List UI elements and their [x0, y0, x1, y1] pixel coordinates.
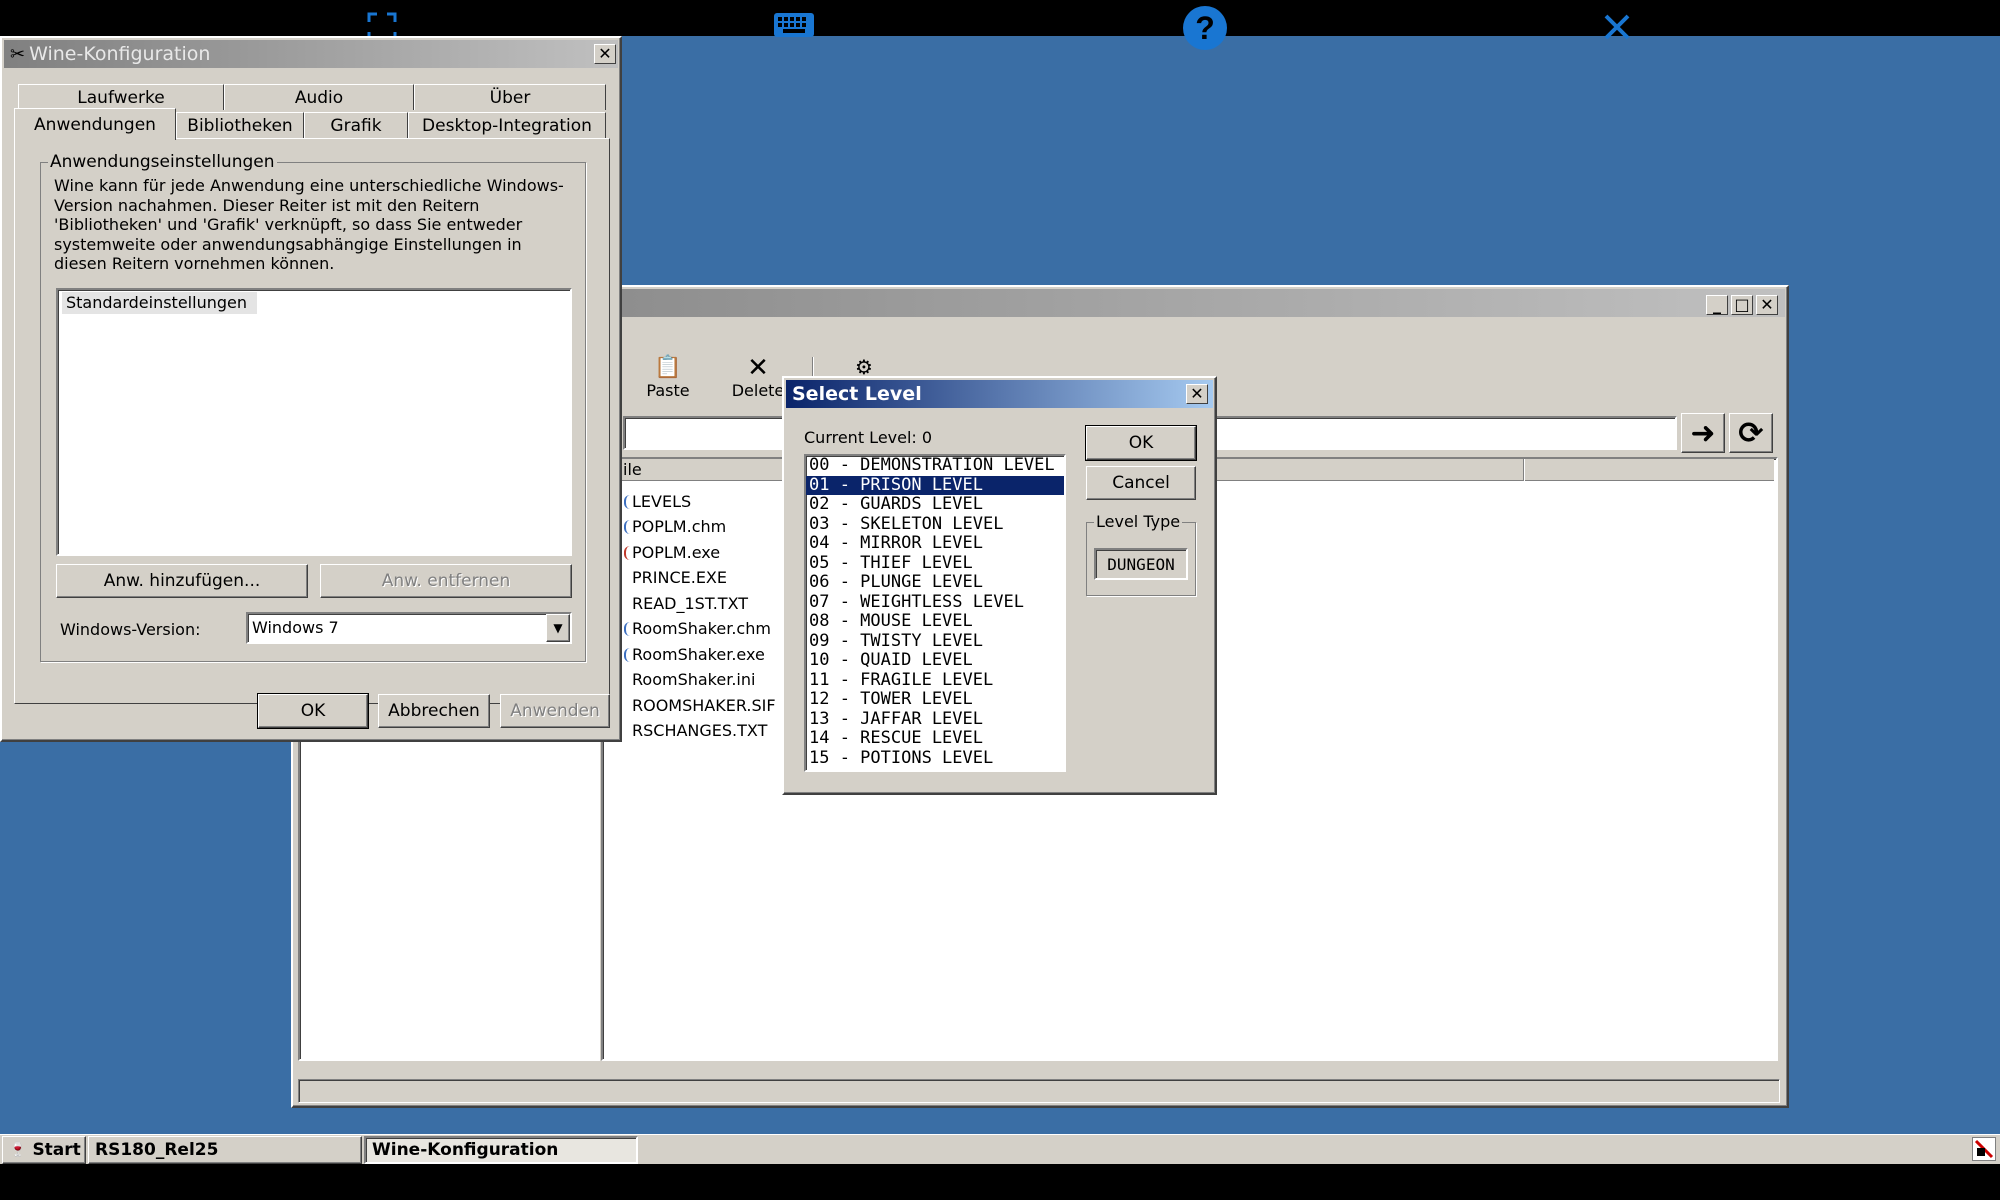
go-button[interactable]: ➜	[1681, 413, 1725, 453]
arrow-right-icon: ➜	[1690, 415, 1716, 451]
tab-bibliotheken[interactable]: Bibliotheken	[176, 112, 304, 138]
list-item[interactable]: 05 - THIEF LEVEL	[806, 553, 1064, 574]
level-list[interactable]: 00 - DEMONSTRATION LEVEL 01 - PRISON LEVE…	[804, 454, 1066, 772]
delete-icon: ✕	[747, 353, 769, 383]
column-divider	[1523, 459, 1525, 481]
list-item[interactable]: 09 - TWISTY LEVEL	[806, 631, 1064, 652]
keyboard-icon[interactable]	[773, 12, 815, 40]
list-item[interactable]: 10 - QUAID LEVEL	[806, 650, 1064, 671]
list-item[interactable]: 14 - RESCUE LEVEL	[806, 728, 1064, 749]
close-icon[interactable]	[1602, 12, 1632, 42]
add-app-button[interactable]: Anw. hinzufügen...	[56, 564, 308, 598]
list-item[interactable]: POPLM.chm	[632, 517, 726, 536]
list-item[interactable]: 15 - POTIONS LEVEL	[806, 748, 1064, 769]
dropdown-button[interactable]: ▼	[546, 614, 570, 642]
description-text: Wine kann für jede Anwendung eine unters…	[54, 176, 564, 273]
refresh-button[interactable]: ⟳	[1729, 413, 1773, 453]
top-toolbar: ?	[0, 0, 2000, 50]
current-level-label: Current Level: 0	[804, 428, 933, 447]
list-item[interactable]: RSCHANGES.TXT	[632, 721, 767, 740]
list-item[interactable]: RoomShaker.ini	[632, 670, 755, 689]
start-label: Start	[32, 1140, 81, 1160]
taskbar: 🍷 Start RS180_Rel25 Wine-Konfiguration	[0, 1134, 2000, 1164]
minimize-button[interactable]: _	[1706, 295, 1728, 315]
file-icon	[624, 648, 630, 662]
tray-icon[interactable]	[1972, 1137, 1996, 1161]
status-bar	[298, 1079, 1780, 1103]
level-rows: 00 - DEMONSTRATION LEVEL 01 - PRISON LEVE…	[806, 455, 1064, 769]
delete-button[interactable]: ✕ Delete	[728, 355, 788, 411]
help-icon[interactable]: ?	[1183, 6, 1227, 50]
wine-glass-icon: 🍷	[9, 1142, 27, 1158]
list-item[interactable]: ROOMSHAKER.SIF	[632, 696, 776, 715]
list-item[interactable]: Standardeinstellungen	[62, 292, 257, 314]
list-item[interactable]: PRINCE.EXE	[632, 568, 727, 587]
paste-icon: 📋	[654, 355, 682, 380]
paste-label: Paste	[646, 381, 690, 400]
select-level-title: Select Level	[792, 383, 922, 405]
window-close-button[interactable]: ✕	[1756, 295, 1778, 315]
apply-button[interactable]: Anwenden	[500, 694, 610, 728]
windows-version-label: Windows-Version:	[60, 620, 201, 639]
chevron-down-icon: ▼	[553, 621, 563, 635]
file-icon	[624, 546, 630, 560]
tools-icon: ✂	[10, 43, 26, 65]
list-item[interactable]: 13 - JAFFAR LEVEL	[806, 709, 1064, 730]
list-item[interactable]: 03 - SKELETON LEVEL	[806, 514, 1064, 535]
start-button[interactable]: 🍷 Start	[2, 1136, 86, 1164]
list-item[interactable]: 11 - FRAGILE LEVEL	[806, 670, 1064, 691]
tab-anwendungen[interactable]: Anwendungen	[14, 108, 176, 140]
maximize-button[interactable]: □	[1731, 295, 1753, 315]
level-type-value: DUNGEON	[1094, 548, 1188, 580]
remove-app-button[interactable]: Anw. entfernen	[320, 564, 572, 598]
tab-grafik[interactable]: Grafik	[304, 112, 408, 138]
tab-ueber[interactable]: Über	[414, 84, 606, 110]
select-level-close-button[interactable]: ✕	[1186, 384, 1208, 404]
wine-config-window: ✂ Wine-Konfiguration ✕ Laufwerke Audio Ü…	[0, 36, 622, 742]
select-level-dialog: Select Level ✕ Current Level: 0 00 - DEM…	[782, 376, 1217, 795]
tab-laufwerke[interactable]: Laufwerke	[18, 84, 224, 110]
bottom-bar	[0, 1164, 2000, 1200]
windows-version-select[interactable]: Windows 7 ▼	[246, 612, 572, 644]
tab-audio[interactable]: Audio	[224, 84, 414, 110]
cancel-button[interactable]: Abbrechen	[378, 694, 490, 728]
level-type-label: Level Type	[1094, 512, 1183, 531]
wine-config-titlebar: ✂ Wine-Konfiguration	[4, 40, 618, 68]
list-item[interactable]: 07 - WEIGHTLESS LEVEL	[806, 592, 1064, 613]
level-cancel-button[interactable]: Cancel	[1086, 466, 1196, 500]
list-item[interactable]: 00 - DEMONSTRATION LEVEL	[806, 455, 1064, 476]
file-icon	[624, 520, 630, 534]
list-item[interactable]: 02 - GUARDS LEVEL	[806, 494, 1064, 515]
list-item[interactable]: 04 - MIRROR LEVEL	[806, 533, 1064, 554]
level-ok-button[interactable]: OK	[1085, 425, 1197, 461]
list-item[interactable]: 01 - PRISON LEVEL	[806, 475, 1064, 495]
column-header-name[interactable]: ile	[623, 460, 642, 479]
list-item[interactable]: 12 - TOWER LEVEL	[806, 689, 1064, 710]
list-item[interactable]: LEVELS	[632, 492, 691, 511]
file-icon	[624, 622, 630, 636]
refresh-icon: ⟳	[1738, 415, 1764, 451]
wine-config-title: Wine-Konfiguration	[29, 43, 211, 65]
windows-version-value: Windows 7	[252, 618, 339, 637]
app-list[interactable]: Standardeinstellungen	[56, 288, 572, 556]
delete-label: Delete	[731, 381, 785, 400]
file-icon	[624, 495, 630, 509]
app-settings-group-label: Anwendungseinstellungen	[48, 152, 277, 172]
paste-button[interactable]: 📋 Paste	[633, 355, 703, 411]
list-item[interactable]: 08 - MOUSE LEVEL	[806, 611, 1064, 632]
list-item[interactable]: RoomShaker.chm	[632, 619, 771, 638]
list-item[interactable]: READ_1ST.TXT	[632, 594, 748, 613]
select-level-titlebar: Select Level	[786, 380, 1213, 408]
taskbar-item-wine-config[interactable]: Wine-Konfiguration	[364, 1136, 638, 1164]
tab-desktop-integration[interactable]: Desktop-Integration	[408, 112, 606, 138]
list-item[interactable]: POPLM.exe	[632, 543, 720, 562]
list-item[interactable]: 06 - PLUNGE LEVEL	[806, 572, 1064, 593]
wine-config-close-button[interactable]: ✕	[594, 44, 616, 64]
ok-button[interactable]: OK	[257, 693, 369, 729]
taskbar-item-rs180[interactable]: RS180_Rel25	[88, 1136, 362, 1164]
list-item[interactable]: RoomShaker.exe	[632, 645, 765, 664]
